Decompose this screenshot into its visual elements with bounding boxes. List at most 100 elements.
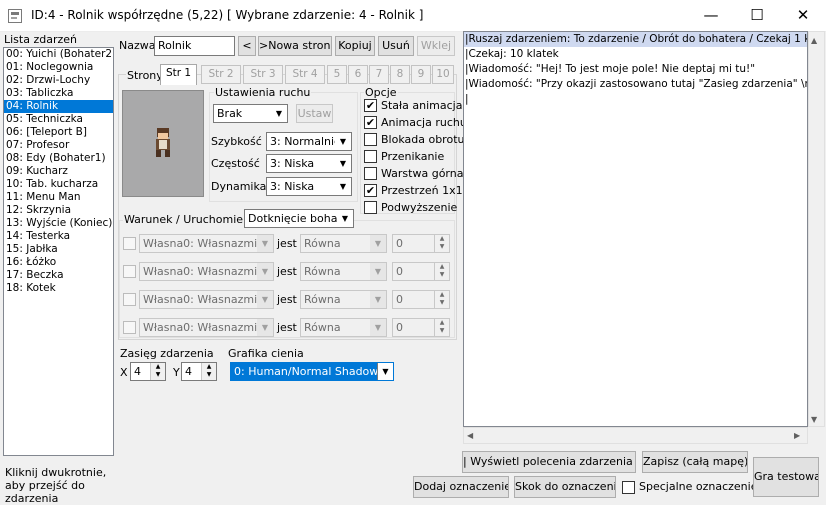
save-map-button[interactable]: Zapisz (całą mapę)	[642, 451, 748, 473]
scroll-right-icon[interactable]: ▶	[794, 431, 800, 440]
condition-variable-select[interactable]: Własna0: Własnazmienna ▼	[139, 290, 274, 309]
add-mark-button[interactable]: Dodaj oznaczenie	[413, 476, 509, 498]
command-line[interactable]: |Ruszaj zdarzeniem: To zdarzenie / Obrót…	[464, 32, 807, 47]
event-list-item[interactable]: 04: Rolnik	[4, 100, 113, 113]
event-list-item[interactable]: 01: Noclegownia	[4, 61, 113, 74]
tab-page-2[interactable]: Str 2	[201, 65, 241, 84]
shadow-select[interactable]: 0: Human/Normal Shadow ▼	[230, 362, 394, 381]
event-list-item[interactable]: 15: Jabłka	[4, 243, 113, 256]
tab-page-6[interactable]: 6	[348, 65, 368, 84]
movement-type-select[interactable]: Brak ▼	[213, 104, 288, 123]
event-list-item[interactable]: 07: Profesor	[4, 139, 113, 152]
spin-down-icon[interactable]: ▼	[440, 327, 445, 334]
command-line[interactable]: |Wiadomość: "Hej! To jest moje pole! Nie…	[464, 62, 807, 77]
spin-down-icon[interactable]: ▼	[440, 299, 445, 306]
event-list-item[interactable]: 08: Edy (Bohater1)	[4, 152, 113, 165]
option-checkbox[interactable]: ✔	[364, 99, 377, 112]
dynamics-select[interactable]: 3: Niska ▼	[266, 177, 352, 196]
condition-variable-select[interactable]: Własna0: Własnazmienna ▼	[139, 234, 274, 253]
tab-page-1[interactable]: Str 1	[160, 64, 197, 85]
event-list-item[interactable]: 17: Beczka	[4, 269, 113, 282]
condition-operator-select[interactable]: Równa ▼	[300, 318, 387, 337]
option-checkbox[interactable]	[364, 133, 377, 146]
event-list-item[interactable]: 10: Tab. kucharza	[4, 178, 113, 191]
scroll-down-icon[interactable]: ▼	[811, 415, 817, 424]
condition-value-spinner[interactable]: 0 ▲ ▼	[392, 234, 450, 253]
event-list-item[interactable]: 06: [Teleport B]	[4, 126, 113, 139]
set-movement-button[interactable]: Ustaw	[296, 104, 333, 123]
condition-variable-select[interactable]: Własna0: Własnazmienna ▼	[139, 318, 274, 337]
event-list-item[interactable]: 03: Tabliczka	[4, 87, 113, 100]
trigger-select[interactable]: Dotknięcie bohater ▼	[244, 209, 354, 228]
tab-page-5[interactable]: 5	[327, 65, 347, 84]
option-checkbox[interactable]: ✔	[364, 116, 377, 129]
condition-operator-select[interactable]: Równa ▼	[300, 234, 387, 253]
range-x-spinner[interactable]: 4 ▲ ▼	[130, 362, 166, 381]
jump-to-mark-button[interactable]: Skok do oznaczenia	[514, 476, 616, 498]
frequency-select[interactable]: 3: Niska ▼	[266, 154, 352, 173]
delete-button[interactable]: Usuń	[378, 36, 414, 56]
event-list-item[interactable]: 11: Menu Man	[4, 191, 113, 204]
condition-operator-select[interactable]: Równa ▼	[300, 290, 387, 309]
speed-select[interactable]: 3: Normalnie ▼	[266, 132, 352, 151]
condition-enable-checkbox[interactable]	[123, 237, 136, 250]
spin-up-icon[interactable]: ▲	[440, 291, 445, 298]
event-list-item[interactable]: 02: Drzwi-Lochy	[4, 74, 113, 87]
prev-page-button[interactable]: <	[238, 36, 256, 56]
condition-enable-checkbox[interactable]	[123, 321, 136, 334]
horizontal-scrollbar[interactable]	[463, 427, 808, 444]
condition-value-spinner[interactable]: 0 ▲ ▼	[392, 318, 450, 337]
command-line[interactable]: |	[464, 92, 807, 107]
test-play-button[interactable]: Gra testowa	[753, 457, 819, 497]
spin-up-icon[interactable]: ▲	[156, 363, 161, 370]
tab-page-4[interactable]: Str 4	[285, 65, 325, 84]
event-command-list[interactable]: |Ruszaj zdarzeniem: To zdarzenie / Obrót…	[463, 31, 808, 427]
spin-down-icon[interactable]: ▼	[440, 271, 445, 278]
spin-down-icon[interactable]: ▼	[207, 371, 212, 378]
tab-page-8[interactable]: 8	[390, 65, 410, 84]
condition-value-spinner[interactable]: 0 ▲ ▼	[392, 290, 450, 309]
spin-up-icon[interactable]: ▲	[440, 319, 445, 326]
event-list[interactable]: 00: Yuichi (Bohater2) 01: Noclegownia 02: …	[3, 47, 114, 456]
paste-button[interactable]: Wklej	[417, 36, 455, 56]
spin-down-icon[interactable]: ▼	[156, 371, 161, 378]
condition-enable-checkbox[interactable]	[123, 265, 136, 278]
special-mark-checkbox[interactable]	[622, 481, 635, 494]
spin-up-icon[interactable]: ▲	[207, 363, 212, 370]
name-input[interactable]: Rolnik	[154, 36, 235, 56]
spin-up-icon[interactable]: ▲	[440, 235, 445, 242]
spin-down-icon[interactable]: ▼	[440, 243, 445, 250]
command-line[interactable]: |Wiadomość: "Przy okazji zastosowano tut…	[464, 77, 807, 92]
tab-page-9[interactable]: 9	[411, 65, 431, 84]
new-page-button[interactable]: >Nowa strona	[258, 36, 332, 56]
option-checkbox[interactable]	[364, 167, 377, 180]
option-checkbox[interactable]	[364, 150, 377, 163]
condition-operator-select[interactable]: Równa ▼	[300, 262, 387, 281]
condition-value-spinner[interactable]: 0 ▲ ▼	[392, 262, 450, 281]
command-line[interactable]: |Czekaj: 10 klatek	[464, 47, 807, 62]
scroll-left-icon[interactable]: ◀	[467, 431, 473, 440]
show-commands-button[interactable]: | Wyświetl polecenia zdarzenia |	[462, 451, 636, 473]
event-list-item[interactable]: 00: Yuichi (Bohater2)	[4, 48, 113, 61]
copy-button[interactable]: Kopiuj	[335, 36, 375, 56]
tab-page-7[interactable]: 7	[369, 65, 389, 84]
range-y-spinner[interactable]: 4 ▲ ▼	[181, 362, 217, 381]
maximize-button[interactable]: ☐	[734, 0, 780, 32]
event-list-item[interactable]: 13: Wyjście (Koniec)	[4, 217, 113, 230]
event-list-item[interactable]: 09: Kucharz	[4, 165, 113, 178]
option-checkbox[interactable]: ✔	[364, 184, 377, 197]
minimize-button[interactable]: —	[688, 0, 734, 32]
event-list-item[interactable]: 12: Skrzynia	[4, 204, 113, 217]
event-list-item[interactable]: 18: Kotek	[4, 282, 113, 295]
event-graphic-preview[interactable]	[122, 90, 204, 197]
event-list-item[interactable]: 16: Łóżko	[4, 256, 113, 269]
tab-page-3[interactable]: Str 3	[243, 65, 283, 84]
close-button[interactable]: ✕	[780, 0, 826, 32]
vertical-scrollbar[interactable]	[808, 31, 825, 427]
spin-up-icon[interactable]: ▲	[440, 263, 445, 270]
event-list-item[interactable]: 14: Testerka	[4, 230, 113, 243]
scroll-up-icon[interactable]: ▲	[811, 36, 817, 45]
condition-enable-checkbox[interactable]	[123, 293, 136, 306]
condition-variable-select[interactable]: Własna0: Własnazmienna ▼	[139, 262, 274, 281]
option-checkbox[interactable]	[364, 201, 377, 214]
